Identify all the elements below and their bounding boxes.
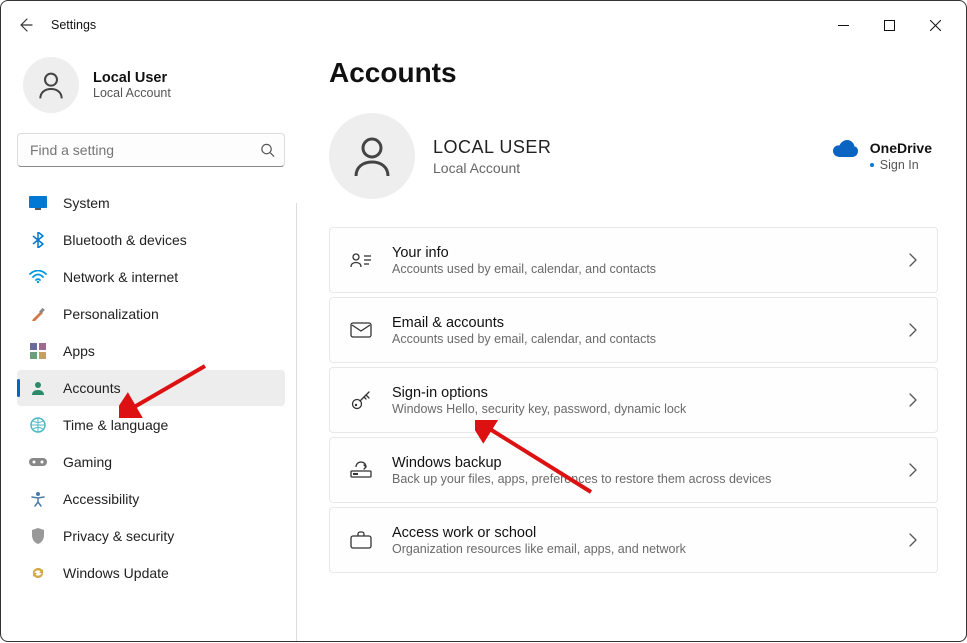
gamepad-icon xyxy=(29,453,47,471)
account-user-name: LOCAL USER xyxy=(433,137,551,158)
settings-cards: Your info Accounts used by email, calend… xyxy=(329,227,938,573)
card-desc: Back up your files, apps, preferences to… xyxy=(392,472,771,486)
page-title: Accounts xyxy=(329,57,938,89)
card-email-accounts[interactable]: Email & accounts Accounts used by email,… xyxy=(329,297,938,363)
close-button[interactable] xyxy=(912,9,958,41)
briefcase-icon xyxy=(350,529,372,551)
onedrive-icon xyxy=(832,140,858,157)
user-account-type: Local Account xyxy=(93,86,171,100)
window-title: Settings xyxy=(41,18,96,32)
sidebar-item-update[interactable]: Windows Update xyxy=(17,555,285,591)
sidebar-item-bluetooth[interactable]: Bluetooth & devices xyxy=(17,222,285,258)
apps-icon xyxy=(29,342,47,360)
sidebar-divider xyxy=(296,203,297,641)
titlebar: Settings xyxy=(1,1,966,49)
sidebar-item-label: Accounts xyxy=(63,380,121,396)
person-icon xyxy=(29,379,47,397)
chevron-right-icon xyxy=(909,533,917,547)
bluetooth-icon xyxy=(29,231,47,249)
card-title: Your info xyxy=(392,245,656,261)
card-access-work-school[interactable]: Access work or school Organization resou… xyxy=(329,507,938,573)
onedrive-status: Sign In xyxy=(870,158,932,172)
user-name: Local User xyxy=(93,70,171,86)
account-avatar xyxy=(329,113,415,199)
sidebar-item-label: System xyxy=(63,195,110,211)
sidebar-item-label: Time & language xyxy=(63,417,168,433)
card-title: Email & accounts xyxy=(392,315,656,331)
sidebar-item-network[interactable]: Network & internet xyxy=(17,259,285,295)
chevron-right-icon xyxy=(909,253,917,267)
sidebar-item-label: Gaming xyxy=(63,454,112,470)
sidebar-item-apps[interactable]: Apps xyxy=(17,333,285,369)
avatar-icon xyxy=(35,69,67,101)
sidebar-item-personalization[interactable]: Personalization xyxy=(17,296,285,332)
paintbrush-icon xyxy=(29,305,47,323)
key-icon xyxy=(350,389,372,411)
wifi-icon xyxy=(29,268,47,286)
chevron-right-icon xyxy=(909,393,917,407)
sidebar-item-label: Bluetooth & devices xyxy=(63,232,187,248)
sidebar-item-gaming[interactable]: Gaming xyxy=(17,444,285,480)
avatar-icon xyxy=(348,132,396,180)
user-avatar xyxy=(23,57,79,113)
sidebar: Local User Local Account System Bluetoot… xyxy=(1,49,301,643)
card-desc: Organization resources like email, apps,… xyxy=(392,542,686,556)
card-windows-backup[interactable]: Windows backup Back up your files, apps,… xyxy=(329,437,938,503)
card-title: Windows backup xyxy=(392,455,771,471)
card-desc: Accounts used by email, calendar, and co… xyxy=(392,262,656,276)
sidebar-item-label: Network & internet xyxy=(63,269,178,285)
mail-icon xyxy=(350,319,372,341)
sidebar-item-label: Apps xyxy=(63,343,95,359)
chevron-right-icon xyxy=(909,323,917,337)
person-card-icon xyxy=(350,249,372,271)
sidebar-item-privacy[interactable]: Privacy & security xyxy=(17,518,285,554)
sidebar-item-label: Privacy & security xyxy=(63,528,174,544)
card-sign-in-options[interactable]: Sign-in options Windows Hello, security … xyxy=(329,367,938,433)
main-content: Accounts LOCAL USER Local Account OneDri… xyxy=(301,49,966,643)
minimize-icon xyxy=(838,20,849,31)
update-icon xyxy=(29,564,47,582)
sidebar-item-system[interactable]: System xyxy=(17,185,285,221)
shield-icon xyxy=(29,527,47,545)
minimize-button[interactable] xyxy=(820,9,866,41)
onedrive-block[interactable]: OneDrive Sign In xyxy=(832,140,938,172)
maximize-button[interactable] xyxy=(866,9,912,41)
user-block[interactable]: Local User Local Account xyxy=(17,49,285,133)
sidebar-item-accounts[interactable]: Accounts xyxy=(17,370,285,406)
chevron-right-icon xyxy=(909,463,917,477)
sidebar-item-label: Personalization xyxy=(63,306,159,322)
sidebar-item-time-language[interactable]: Time & language xyxy=(17,407,285,443)
backup-icon xyxy=(350,459,372,481)
search-box xyxy=(17,133,285,167)
card-desc: Accounts used by email, calendar, and co… xyxy=(392,332,656,346)
maximize-icon xyxy=(884,20,895,31)
onedrive-title: OneDrive xyxy=(870,140,932,156)
accessibility-icon xyxy=(29,490,47,508)
display-icon xyxy=(29,194,47,212)
card-your-info[interactable]: Your info Accounts used by email, calend… xyxy=(329,227,938,293)
card-title: Sign-in options xyxy=(392,385,686,401)
account-header: LOCAL USER Local Account OneDrive Sign I… xyxy=(329,113,938,199)
back-button[interactable] xyxy=(9,9,41,41)
globe-clock-icon xyxy=(29,416,47,434)
close-icon xyxy=(930,20,941,31)
nav-list: System Bluetooth & devices Network & int… xyxy=(17,185,285,591)
sidebar-item-accessibility[interactable]: Accessibility xyxy=(17,481,285,517)
back-arrow-icon xyxy=(17,17,33,33)
card-desc: Windows Hello, security key, password, d… xyxy=(392,402,686,416)
sidebar-item-label: Windows Update xyxy=(63,565,169,581)
search-input[interactable] xyxy=(17,133,285,167)
card-title: Access work or school xyxy=(392,525,686,541)
sidebar-item-label: Accessibility xyxy=(63,491,139,507)
account-user-type: Local Account xyxy=(433,160,551,176)
